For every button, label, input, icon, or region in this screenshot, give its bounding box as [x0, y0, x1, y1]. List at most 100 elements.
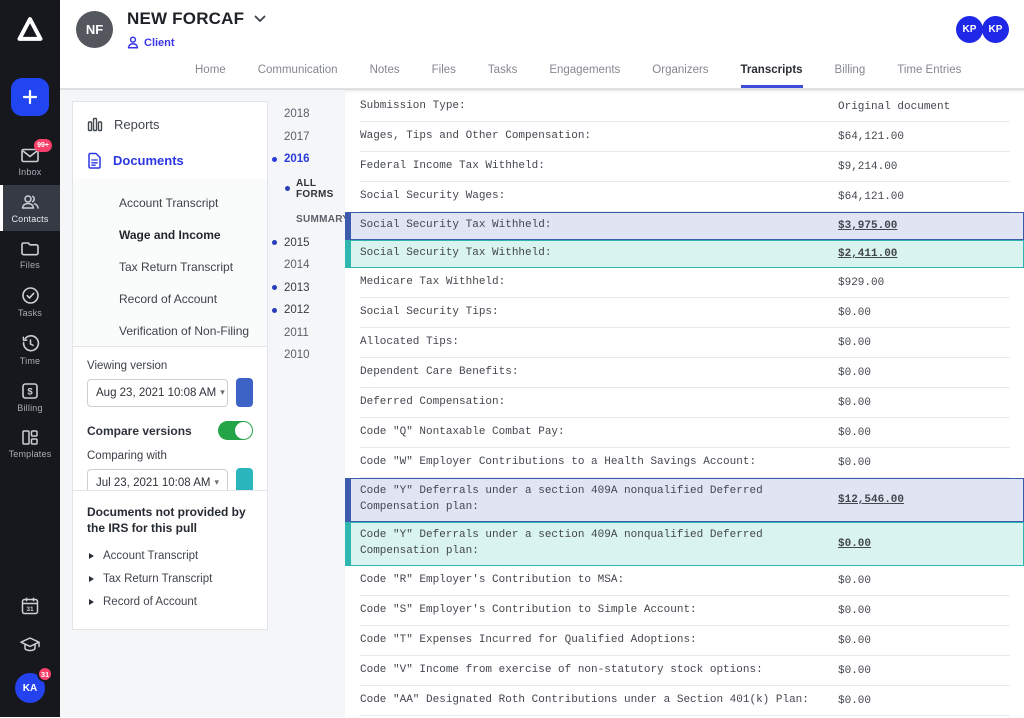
caret-down-icon: ▾	[214, 477, 219, 488]
year-item[interactable]: 2010	[270, 344, 345, 367]
transcript-row: Medicare Tax Withheld: $929.00	[345, 268, 1024, 298]
team-avatar[interactable]: KP	[956, 16, 983, 43]
doc-type-item[interactable]: Account Transcript	[73, 187, 267, 219]
transcript-row: Code "W" Employer Contributions to a Hea…	[345, 448, 1024, 478]
sidebar-item-label: Templates	[9, 449, 52, 459]
transcript-row-value: $0.00	[838, 630, 871, 652]
comparing-with-label: Comparing with	[87, 450, 253, 462]
caret-down-icon: ▾	[220, 387, 225, 398]
doc-type-item[interactable]: Tax Return Transcript	[73, 251, 267, 283]
transcript-row-value: $0.00	[838, 690, 871, 712]
transcript-row: Code "S" Employer's Contribution to Simp…	[345, 596, 1024, 626]
transcript-row-value: $9,214.00	[838, 156, 897, 178]
tab-bar: Home Communication Notes Files Tasks Engageme…	[195, 64, 961, 88]
not-provided-card: Documents not provided by the IRS for th…	[72, 490, 268, 630]
transcript-row: Code "R" Employer's Contribution to MSA:…	[345, 566, 1024, 596]
tasks-check-circle-icon	[21, 286, 40, 305]
transcript-row-label: Code "V" Income from exercise of non-sta…	[345, 658, 838, 684]
transcript-row: Submission Type: Original document	[345, 92, 1024, 122]
calendar-icon[interactable]: 31	[20, 596, 40, 616]
not-provided-label: Account Transcript	[103, 550, 198, 562]
content-area: Reports Documents Account TranscriptWage…	[60, 89, 1024, 717]
team-avatar[interactable]: KP	[982, 16, 1009, 43]
triangle-bullet-icon	[89, 553, 94, 559]
graduation-cap-icon[interactable]	[19, 635, 41, 654]
tab[interactable]: Communication	[258, 64, 338, 88]
tab[interactable]: Tasks	[488, 64, 517, 88]
triangle-bullet-icon	[89, 576, 94, 582]
year-item[interactable]: ALL FORMS	[270, 171, 345, 207]
document-icon	[87, 152, 102, 169]
sidebar-item-label: Inbox	[18, 167, 41, 177]
transcript-row-label: Submission Type:	[345, 94, 838, 120]
transcript-row-label: Social Security Tips:	[345, 300, 838, 326]
year-item[interactable]: 2018	[270, 103, 345, 126]
doc-type-item[interactable]: Verification of Non-Filing	[73, 315, 267, 347]
sidebar-item-label: Contacts	[11, 214, 48, 224]
doc-type-item[interactable]: Wage and Income	[73, 219, 267, 251]
year-item[interactable]: 2011	[270, 322, 345, 345]
year-item[interactable]: 2014	[270, 254, 345, 277]
tab[interactable]: Transcripts	[741, 64, 803, 88]
sidebar-item-templates[interactable]: Templates	[0, 421, 60, 466]
panel-nav-documents[interactable]: Documents	[73, 142, 267, 179]
transcript-row-value: $0.00	[838, 660, 871, 682]
transcript-row-label: Dependent Care Benefits:	[345, 360, 838, 386]
transcript-row-label: Code "Y" Deferrals under a section 409A …	[351, 479, 838, 521]
tab[interactable]: Billing	[835, 64, 866, 88]
doc-type-list: Account TranscriptWage and IncomeTax Ret…	[73, 179, 267, 359]
tab[interactable]: Organizers	[652, 64, 708, 88]
chevron-down-icon[interactable]	[254, 15, 266, 23]
viewing-version-color-swatch	[236, 378, 253, 407]
transcript-row: Code "V" Income from exercise of non-sta…	[345, 656, 1024, 686]
notification-badge: 31	[37, 666, 53, 682]
user-avatar[interactable]: KA 31	[15, 673, 45, 703]
sidebar-item-files[interactable]: Files	[0, 232, 60, 277]
year-item[interactable]: 2015	[270, 232, 345, 255]
transcript-row-label: Code "T" Expenses Incurred for Qualified…	[345, 628, 838, 654]
canopy-logo-icon[interactable]	[16, 16, 44, 42]
transcript-row-label: Social Security Tax Withheld:	[351, 213, 838, 239]
transcript-row: Code "Q" Nontaxable Combat Pay: $0.00	[345, 418, 1024, 448]
year-item[interactable]: SUMMARY	[270, 207, 345, 232]
transcript-row-value: $2,411.00	[838, 243, 897, 265]
tab[interactable]: Notes	[370, 64, 400, 88]
tab[interactable]: Files	[432, 64, 456, 88]
tab[interactable]: Time Entries	[897, 64, 961, 88]
transcript-row-value: $0.00	[838, 302, 871, 324]
contacts-people-icon	[19, 193, 41, 211]
tab[interactable]: Engagements	[549, 64, 620, 88]
transcript-row-label: Medicare Tax Withheld:	[345, 270, 838, 296]
transcripts-side-panel: Reports Documents Account TranscriptWage…	[60, 90, 345, 718]
doc-type-item[interactable]: Record of Account	[73, 283, 267, 315]
add-new-button[interactable]	[11, 78, 49, 116]
transcript-row: Allocated Tips: $0.00	[345, 328, 1024, 358]
year-item[interactable]: 2013	[270, 277, 345, 300]
sidebar-item-tasks[interactable]: Tasks	[0, 278, 60, 325]
year-item[interactable]: 2017	[270, 126, 345, 149]
sidebar-item-label: Time	[20, 356, 40, 366]
sidebar-item-contacts[interactable]: Contacts	[0, 185, 60, 231]
transcript-row-label: Code "AA" Designated Roth Contributions …	[345, 688, 838, 714]
panel-nav-reports[interactable]: Reports	[73, 102, 267, 142]
tab[interactable]: Home	[195, 64, 226, 88]
transcript-row-label: Social Security Tax Withheld:	[351, 241, 838, 267]
transcript-row-value: $12,546.00	[838, 489, 904, 511]
not-provided-item: Tax Return Transcript	[87, 568, 253, 591]
viewing-version-label: Viewing version	[87, 360, 253, 372]
user-avatar-initials: KA	[23, 683, 37, 694]
sidebar-item-billing[interactable]: $ Billing	[0, 374, 60, 420]
transcript-row-value: $0.00	[838, 452, 871, 474]
compare-versions-toggle[interactable]	[218, 421, 253, 440]
year-item[interactable]: 2012	[270, 299, 345, 322]
sidebar-item-label: Files	[20, 260, 40, 270]
rail-bottom-group: 31 KA 31	[15, 596, 45, 703]
sidebar-item-inbox[interactable]: 99+ Inbox	[0, 138, 60, 184]
viewing-version-select[interactable]: Aug 23, 2021 10:08 AM ▾	[87, 379, 228, 407]
year-item[interactable]: 2016	[270, 148, 345, 171]
transcript-row-value: $929.00	[838, 272, 884, 294]
sidebar-item-time[interactable]: Time	[0, 326, 60, 373]
not-provided-list: Account Transcript Tax Return Transcript…	[87, 545, 253, 614]
toggle-knob	[235, 422, 252, 439]
time-clock-icon	[21, 334, 40, 353]
